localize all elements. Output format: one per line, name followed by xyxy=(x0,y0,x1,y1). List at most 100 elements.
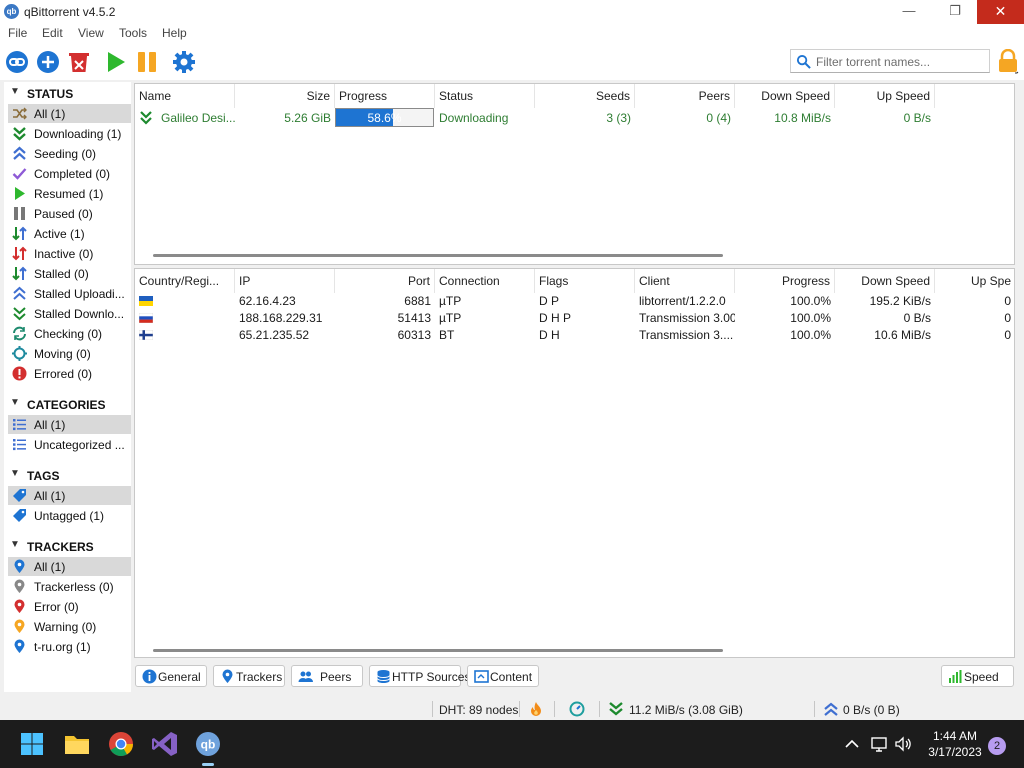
status-item-active[interactable]: Active (1) xyxy=(8,224,131,243)
column-header-peers[interactable]: Peers xyxy=(635,84,735,108)
column-header-size[interactable]: Size xyxy=(235,84,335,108)
options-button[interactable] xyxy=(172,50,196,74)
close-button[interactable]: ✕ xyxy=(977,0,1024,24)
horizontal-scrollbar[interactable] xyxy=(153,254,723,257)
search-input[interactable] xyxy=(816,53,986,70)
tracker-item-warning[interactable]: Warning (0) xyxy=(8,617,131,636)
column-header-name[interactable]: Name xyxy=(135,84,235,108)
tracker-item-error[interactable]: Error (0) xyxy=(8,597,131,616)
peer-client: libtorrent/1.2.2.0 xyxy=(639,294,726,308)
status-item-all[interactable]: All (1) xyxy=(8,104,131,123)
peer-progress: 100.0% xyxy=(790,294,831,308)
peer-connection: µTP xyxy=(439,294,462,308)
chevron-up-icon[interactable] xyxy=(842,734,862,754)
tag-item-all[interactable]: All (1) xyxy=(8,486,131,505)
status-item-downloading[interactable]: Downloading (1) xyxy=(8,124,131,143)
status-item-checking[interactable]: Checking (0) xyxy=(8,324,131,343)
tracker-item-all[interactable]: All (1) xyxy=(8,557,131,576)
status-item-moving[interactable]: Moving (0) xyxy=(8,344,131,363)
resume-button[interactable] xyxy=(104,50,128,74)
pause-button[interactable] xyxy=(135,50,159,74)
peer-client: Transmission 3.00 xyxy=(639,311,735,325)
chevron-down-icon: ▼ xyxy=(10,397,20,408)
window-title: qBittorrent v4.5.2 xyxy=(24,5,116,19)
menu-help[interactable]: Help xyxy=(162,26,187,40)
torrent-peers: 0 (4) xyxy=(706,111,731,125)
start-button[interactable] xyxy=(16,728,48,760)
column-header-connection[interactable]: Connection xyxy=(435,269,535,293)
column-header-peer-up-speed[interactable]: Up Spe xyxy=(935,269,1015,293)
column-header-progress[interactable]: Progress xyxy=(335,84,435,108)
system-clock[interactable]: 1:44 AM 3/17/2023 xyxy=(920,728,990,760)
status-item-completed[interactable]: Completed (0) xyxy=(8,164,131,183)
menu-edit[interactable]: Edit xyxy=(42,26,63,40)
status-item-seeding[interactable]: Seeding (0) xyxy=(8,144,131,163)
trackers-section-header[interactable]: ▼ TRACKERS xyxy=(4,538,131,556)
status-item-inactive[interactable]: Inactive (0) xyxy=(8,244,131,263)
plus-icon xyxy=(37,51,59,73)
delete-torrent-button[interactable] xyxy=(67,50,91,74)
tab-content[interactable]: Content xyxy=(467,665,539,687)
add-torrent-button[interactable] xyxy=(36,50,60,74)
notification-badge[interactable]: 2 xyxy=(988,737,1006,755)
status-item-stalled-uploading[interactable]: Stalled Uploadi... xyxy=(8,284,131,303)
horizontal-scrollbar[interactable] xyxy=(153,649,723,652)
tag-item-untagged[interactable]: Untagged (1) xyxy=(8,506,131,525)
tracker-item-trackerless[interactable]: Trackerless (0) xyxy=(8,577,131,596)
maximize-button[interactable]: ❐ xyxy=(932,0,978,24)
status-item-stalled[interactable]: Stalled (0) xyxy=(8,264,131,283)
column-header-flags[interactable]: Flags xyxy=(535,269,635,293)
inactive-arrows-icon xyxy=(12,246,27,261)
search-filter[interactable] xyxy=(790,49,990,73)
status-section-header[interactable]: ▼ STATUS xyxy=(4,85,131,103)
categories-section-header[interactable]: ▼ CATEGORIES xyxy=(4,396,131,414)
tab-general[interactable]: General xyxy=(135,665,207,687)
menu-file[interactable]: File xyxy=(8,26,27,40)
firewall-flame-icon[interactable] xyxy=(528,701,544,717)
peers-list-header: Country/Regi... IP Port Connection Flags… xyxy=(135,269,1014,293)
tracker-item-t-ru-org[interactable]: t-ru.org (1) xyxy=(8,637,131,656)
tab-http-sources[interactable]: HTTP Sources xyxy=(369,665,470,687)
peer-up-speed: 0 xyxy=(1004,311,1011,325)
download-speed-icon xyxy=(609,702,623,716)
taskbar-chrome[interactable] xyxy=(105,728,137,760)
peer-progress: 100.0% xyxy=(790,328,831,342)
taskbar-file-explorer[interactable] xyxy=(61,728,93,760)
column-header-peer-progress[interactable]: Progress xyxy=(735,269,835,293)
column-header-client[interactable]: Client xyxy=(635,269,735,293)
checkmark-icon xyxy=(12,168,27,180)
tab-trackers[interactable]: Trackers xyxy=(213,665,285,687)
menu-view[interactable]: View xyxy=(78,26,104,40)
taskbar-qbittorrent[interactable]: qb xyxy=(192,728,224,760)
filter-sidebar: ▼ STATUS All (1) Downloading (1) Seeding … xyxy=(4,82,131,692)
status-item-stalled-downloading[interactable]: Stalled Downlo... xyxy=(8,304,131,323)
tab-speed[interactable]: Speed xyxy=(941,665,1014,687)
status-item-resumed[interactable]: Resumed (1) xyxy=(8,184,131,203)
network-icon[interactable] xyxy=(869,734,889,754)
column-header-ip[interactable]: IP xyxy=(235,269,335,293)
tab-peers[interactable]: Peers xyxy=(291,665,363,687)
status-item-errored[interactable]: Errored (0) xyxy=(8,364,131,383)
category-item-uncategorized[interactable]: Uncategorized ... xyxy=(8,435,131,454)
minimize-button[interactable]: — xyxy=(886,0,932,24)
taskbar-visual-studio[interactable] xyxy=(149,728,181,760)
lock-button[interactable] xyxy=(996,48,1020,75)
column-header-peer-down-speed[interactable]: Down Speed xyxy=(835,269,935,293)
column-header-port[interactable]: Port xyxy=(335,269,435,293)
tags-section-header[interactable]: ▼ TAGS xyxy=(4,467,131,485)
column-header-up-speed[interactable]: Up Speed xyxy=(835,84,935,108)
speed-limit-icon[interactable] xyxy=(569,701,585,717)
column-header-country[interactable]: Country/Regi... xyxy=(135,269,235,293)
column-header-extra[interactable] xyxy=(935,84,1015,108)
category-item-all[interactable]: All (1) xyxy=(8,415,131,434)
column-header-down-speed[interactable]: Down Speed xyxy=(735,84,835,108)
volume-icon[interactable] xyxy=(893,734,913,754)
status-item-paused[interactable]: Paused (0) xyxy=(8,204,131,223)
column-header-status[interactable]: Status xyxy=(435,84,535,108)
status-separator xyxy=(519,701,520,717)
menu-tools[interactable]: Tools xyxy=(119,26,147,40)
stalled-uploading-icon xyxy=(13,286,26,300)
map-pin-icon xyxy=(14,579,25,593)
column-header-seeds[interactable]: Seeds xyxy=(535,84,635,108)
add-link-button[interactable] xyxy=(5,50,29,74)
